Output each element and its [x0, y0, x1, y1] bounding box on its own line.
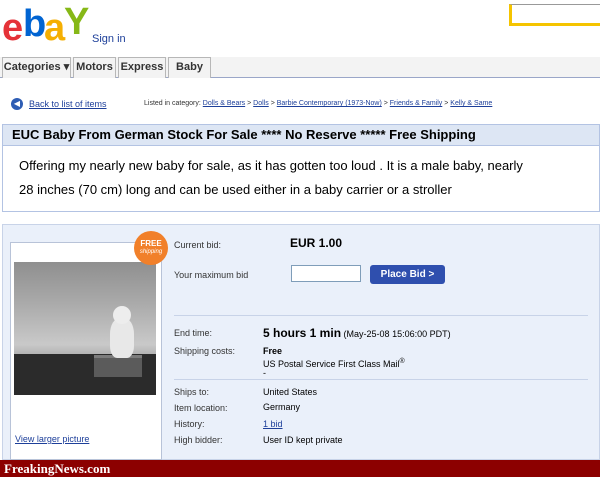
category-path: Listed in category: Dolls & Bears > Doll…: [144, 100, 492, 107]
photo-suitcase: [94, 355, 142, 377]
registered-mark: ®: [399, 358, 405, 365]
watermark: FreakingNews.com: [4, 461, 111, 476]
shipping-service-name: US Postal Service First Class Mail: [263, 359, 400, 369]
search-input[interactable]: [509, 4, 600, 26]
description-line-1: Offering my nearly new baby for sale, as…: [19, 158, 523, 173]
listing-title: EUC Baby From German Stock For Sale ****…: [2, 124, 600, 146]
end-time-label: End time:: [174, 328, 213, 338]
footer-bar: FreakingNews.com: [0, 460, 600, 477]
bid-history-text[interactable]: 1 bid: [263, 419, 283, 429]
logo-letter-e: e: [2, 7, 23, 49]
listing-description: Offering my nearly new baby for sale, as…: [2, 146, 600, 212]
max-bid-label: Your maximum bid: [174, 270, 249, 280]
photo-baby: [110, 318, 134, 358]
shipping-costs-label: Shipping costs:: [174, 346, 236, 356]
item-location-label: Item location:: [174, 403, 228, 413]
tab-baby[interactable]: Baby: [168, 57, 211, 78]
logo-letter-b: b: [23, 3, 46, 45]
category-link-barbie[interactable]: Barbie Contemporary (1973-Now): [277, 100, 382, 107]
tab-express[interactable]: Express: [118, 57, 166, 78]
crumb-separator: >: [383, 100, 388, 107]
divider: [174, 379, 588, 380]
history-label: History:: [174, 419, 205, 429]
place-bid-button[interactable]: Place Bid >: [370, 265, 445, 284]
high-bidder-label: High bidder:: [174, 435, 223, 445]
ships-to-value: United States: [263, 387, 318, 397]
free-badge-label: FREE: [140, 239, 162, 248]
divider: [174, 315, 588, 316]
item-location-value: Germany: [263, 402, 301, 412]
category-link-dolls[interactable]: Dolls: [253, 100, 269, 107]
arrow-left-icon[interactable]: ◀: [11, 98, 23, 110]
bid-history-link[interactable]: 1 bid: [263, 419, 283, 429]
shipping-service: US Postal Service First Class Mail®: [263, 358, 405, 369]
crumb-separator: >: [270, 100, 275, 107]
item-panel: View larger picture FREE shipping Curren…: [2, 224, 600, 460]
photo-baby-head: [113, 306, 131, 324]
crumb-separator: >: [247, 100, 252, 107]
bid-details: Current bid: EUR 1.00 Your maximum bid P…: [166, 232, 599, 456]
view-larger-picture-link[interactable]: View larger picture: [15, 434, 89, 444]
ebay-logo[interactable]: e b a Y: [2, 2, 89, 49]
nav-tabs: Categories ▾ Motors Express Baby: [0, 57, 600, 78]
free-badge-sub: shipping: [139, 249, 163, 255]
category-link-dolls-bears[interactable]: Dolls & Bears: [203, 100, 245, 107]
end-date: (May-25-08 15:06:00 PDT): [343, 329, 451, 339]
breadcrumb: ◀ Back to list of items Listed in catego…: [0, 95, 600, 113]
item-photo[interactable]: [14, 262, 156, 395]
free-shipping-badge: FREE shipping: [134, 231, 168, 265]
description-line-2: 28 inches (70 cm) long and can be used e…: [19, 182, 452, 197]
sign-in-link[interactable]: Sign in: [92, 33, 126, 45]
item-photo-frame: View larger picture: [10, 242, 162, 460]
category-link-friends[interactable]: Friends & Family: [390, 100, 443, 107]
listed-prefix: Listed in category:: [144, 100, 201, 107]
ships-to-label: Ships to:: [174, 387, 210, 397]
shipping-cost-value: Free: [263, 346, 283, 356]
back-to-list-link[interactable]: Back to list of items: [29, 99, 107, 109]
current-bid-label: Current bid:: [174, 240, 222, 250]
logo-letter-y: Y: [64, 1, 89, 43]
tab-categories[interactable]: Categories ▾: [2, 57, 71, 78]
tab-motors[interactable]: Motors: [73, 57, 116, 78]
end-time-value: 5 hours 1 min (May-25-08 15:06:00 PDT): [263, 326, 451, 340]
shipping-dash: -: [263, 368, 266, 378]
current-bid-value: EUR 1.00: [290, 236, 343, 250]
time-left: 5 hours 1 min: [263, 326, 342, 340]
max-bid-input[interactable]: [291, 265, 361, 282]
high-bidder-value: User ID kept private: [263, 435, 343, 445]
category-link-kelly[interactable]: Kelly & Same: [450, 100, 492, 107]
logo-letter-a: a: [44, 7, 65, 49]
crumb-separator: >: [444, 100, 449, 107]
